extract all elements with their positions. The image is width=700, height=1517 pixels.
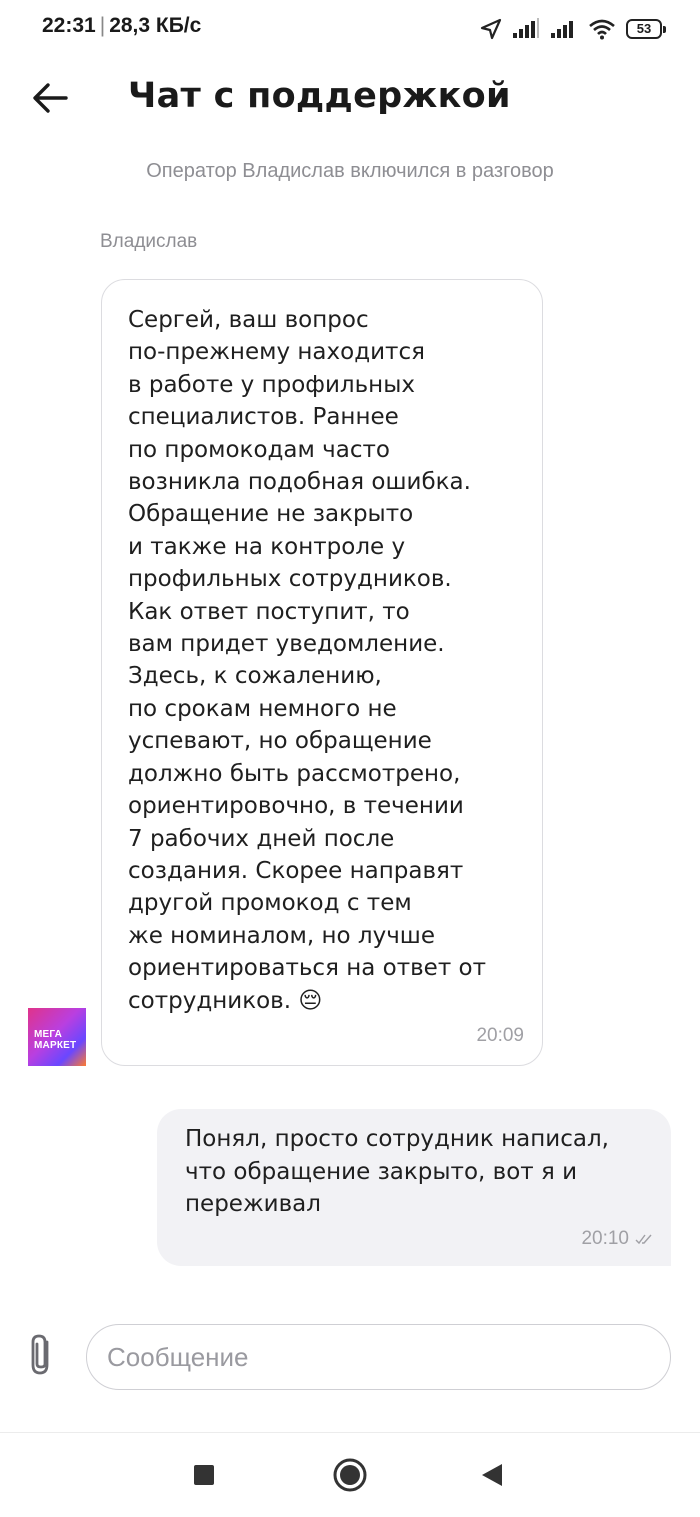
- outgoing-message-bubble: Понял, просто сотрудник написал, что обр…: [157, 1109, 671, 1266]
- battery-icon: 53: [626, 19, 666, 39]
- signal-icon-2: [551, 21, 573, 38]
- avatar-logo-text: МЕГА МАРКЕТ: [34, 1029, 77, 1051]
- attach-button[interactable]: [24, 1330, 60, 1380]
- recents-button[interactable]: [184, 1455, 224, 1495]
- outgoing-message-meta: 20:10: [581, 1228, 653, 1250]
- wifi-icon: [589, 19, 615, 40]
- sender-name: Владислав: [100, 231, 198, 252]
- outgoing-message-time: 20:10: [581, 1228, 629, 1249]
- back-arrow-icon: [33, 83, 68, 113]
- message-input[interactable]: [86, 1324, 671, 1390]
- square-recents-icon: [194, 1465, 214, 1485]
- status-left: 22:31 | 28,3 КБ/с: [42, 14, 201, 38]
- system-message: Оператор Владислав включился в разговор: [146, 160, 554, 182]
- circle-home-icon: [333, 1458, 367, 1492]
- status-separator: |: [99, 14, 106, 37]
- app-header: Чат с поддержкой: [0, 60, 700, 140]
- system-nav-bar: [0, 1433, 700, 1517]
- incoming-message-bubble: Сергей, ваш вопрос по-прежнему находится…: [101, 279, 543, 1066]
- paperclip-icon: [31, 1334, 49, 1375]
- triangle-back-icon: [482, 1464, 502, 1486]
- double-check-icon: [635, 1234, 652, 1245]
- outgoing-message-text: Понял, просто сотрудник написал, что обр…: [185, 1126, 609, 1217]
- operator-avatar: МЕГА МАРКЕТ: [28, 1008, 86, 1066]
- status-icons: 53: [480, 14, 666, 44]
- incoming-message-time: 20:09: [476, 1025, 524, 1046]
- location-icon: [480, 18, 502, 40]
- signal-icon: [513, 18, 539, 38]
- back-button[interactable]: [30, 78, 70, 118]
- status-bar: 22:31 | 28,3 КБ/с 53: [0, 0, 700, 60]
- page-title: Чат с поддержкой: [128, 76, 511, 116]
- incoming-message-text: Сергей, ваш вопрос по-прежнему находится…: [128, 307, 487, 1014]
- network-speed: 28,3 КБ/с: [109, 14, 202, 37]
- status-time: 22:31: [42, 14, 96, 37]
- home-button[interactable]: [330, 1455, 370, 1495]
- back-nav-button[interactable]: [472, 1455, 512, 1495]
